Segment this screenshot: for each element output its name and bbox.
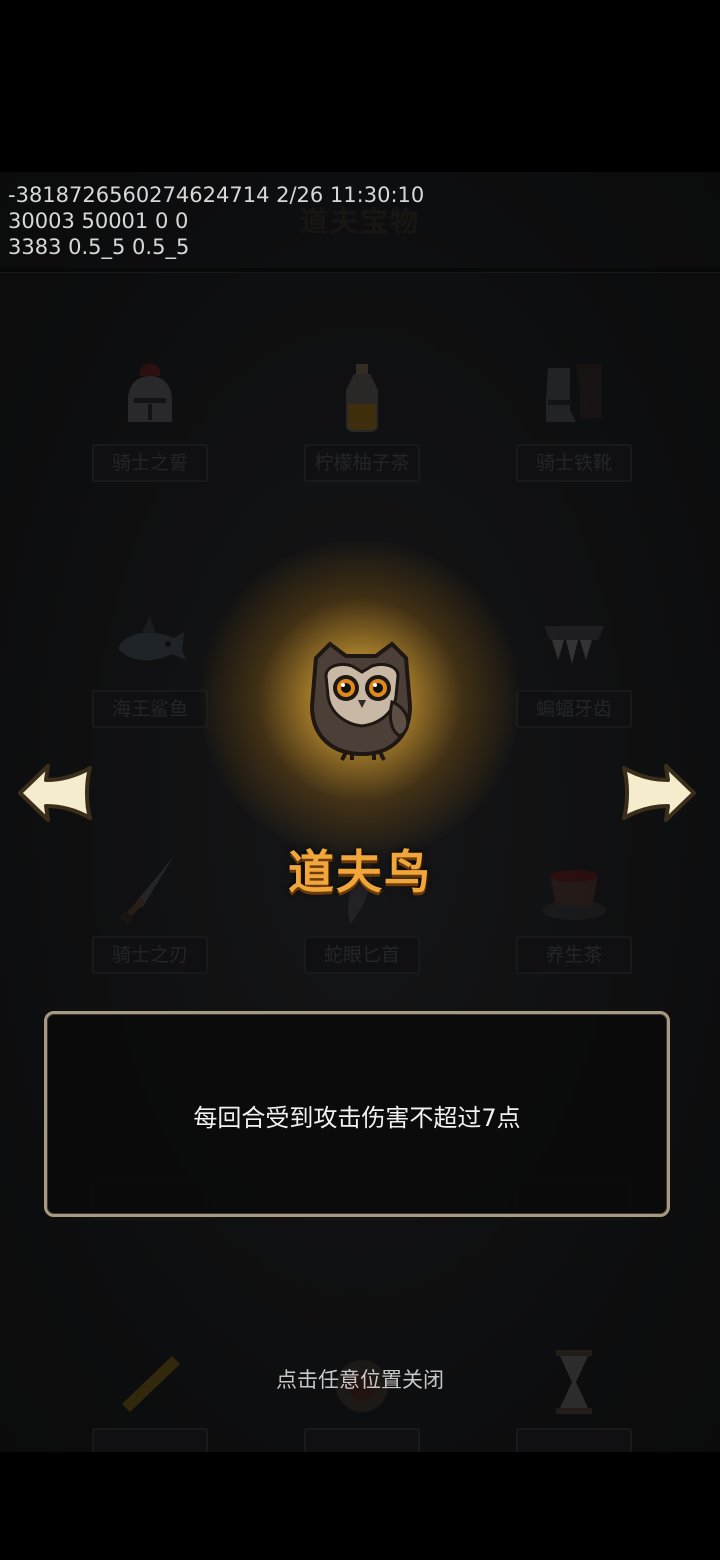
- item-description: 每回合受到攻击伤害不超过7点: [193, 1104, 521, 1132]
- arrow-right-icon[interactable]: [620, 762, 698, 824]
- bottom-letterbox: [0, 1452, 720, 1560]
- top-letterbox: [0, 0, 720, 172]
- owl-icon: [309, 641, 413, 761]
- close-hint[interactable]: 点击任意位置关闭: [0, 1364, 720, 1394]
- debug-info: -3818726560274624714 2/26 11:30:10 30003…: [8, 182, 424, 260]
- debug-line: 30003 50001 0 0: [8, 209, 189, 233]
- debug-line: 3383 0.5_5 0.5_5: [8, 235, 190, 259]
- debug-line: -3818726560274624714 2/26 11:30:10: [8, 183, 425, 207]
- description-panel: 每回合受到攻击伤害不超过7点: [44, 1011, 670, 1217]
- item-name: 道夫鸟: [288, 845, 432, 899]
- arrow-left-icon[interactable]: [16, 762, 94, 824]
